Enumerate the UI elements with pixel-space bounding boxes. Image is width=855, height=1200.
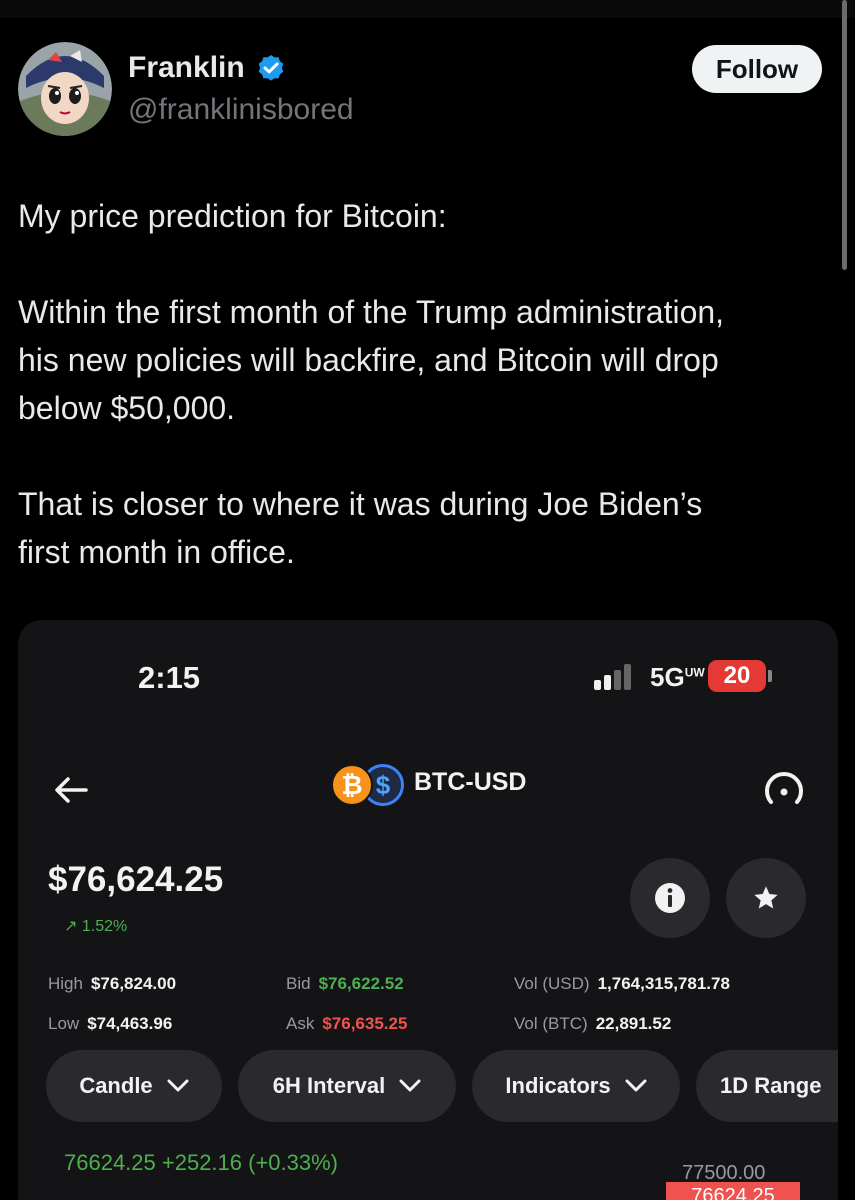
- bitcoin-coin-icon: ₿: [331, 764, 373, 806]
- stat-high: High $76,824.00: [48, 974, 177, 993]
- top-divider: [0, 0, 855, 18]
- pair-title: BTC-USD: [414, 768, 527, 796]
- follow-button[interactable]: Follow: [692, 45, 822, 93]
- tweet-paragraph: below $50,000.: [18, 390, 236, 426]
- stat-vol-btc: Vol (BTC) 22,891.52: [514, 1014, 672, 1033]
- author-handle[interactable]: @franklinisbored: [128, 92, 354, 128]
- info-button[interactable]: [630, 858, 710, 938]
- battery-indicator: 20: [708, 660, 766, 692]
- tweet-paragraph: My price prediction for Bitcoin:: [18, 198, 447, 234]
- info-icon: [655, 883, 685, 913]
- back-arrow-icon[interactable]: [50, 768, 94, 812]
- author-name[interactable]: Franklin: [128, 50, 245, 86]
- favorite-button[interactable]: [726, 858, 806, 938]
- chart-quote-line: 76624.25 +252.16 (+0.33%): [64, 1150, 339, 1175]
- tweet-text: My price prediction for Bitcoin: Within …: [18, 192, 838, 576]
- chevron-down-icon: [399, 1079, 421, 1092]
- stat-bid: Bid $76,622.52: [286, 974, 404, 993]
- stat-low: Low $74,463.96: [48, 1014, 173, 1033]
- stat-vol-usd: Vol (USD) 1,764,315,781.78: [514, 974, 730, 993]
- range-dropdown[interactable]: 1D Range: [696, 1050, 838, 1122]
- network-indicator: 5GUW: [650, 662, 705, 692]
- interval-dropdown[interactable]: 6H Interval: [238, 1050, 456, 1122]
- candle-dropdown-label: Candle: [79, 1073, 153, 1098]
- status-time: 2:15: [138, 660, 201, 695]
- chevron-down-icon: [167, 1079, 189, 1092]
- range-dropdown-label: 1D Range: [720, 1073, 822, 1098]
- chevron-down-icon: [625, 1079, 647, 1092]
- indicators-dropdown[interactable]: Indicators: [472, 1050, 680, 1122]
- current-price: $76,624.25: [48, 860, 224, 899]
- candle-dropdown[interactable]: Candle: [46, 1050, 222, 1122]
- current-price-tag: 76624.25: [666, 1182, 800, 1200]
- embedded-screenshot[interactable]: 2:15 5GUW 20 $ ₿ BTC-USD $76,624.25 ↗ 1.…: [18, 620, 838, 1200]
- star-icon: [754, 886, 778, 909]
- avatar[interactable]: [18, 42, 112, 136]
- stat-ask: Ask $76,635.25: [286, 1014, 408, 1033]
- gauge-icon[interactable]: [760, 766, 808, 814]
- tweet-paragraph: his new policies will backfire, and Bitc…: [18, 342, 719, 378]
- tweet-paragraph: That is closer to where it was during Jo…: [18, 486, 703, 522]
- battery-cap: [768, 670, 772, 682]
- indicators-dropdown-label: Indicators: [505, 1073, 611, 1098]
- verified-badge-icon: [258, 55, 284, 81]
- price-change: ↗ 1.52%: [64, 918, 128, 935]
- tweet-paragraph: Within the first month of the Trump admi…: [18, 294, 725, 330]
- signal-strength-icon: [594, 664, 631, 690]
- interval-dropdown-label: 6H Interval: [272, 1073, 386, 1098]
- scrollbar[interactable]: [842, 0, 847, 270]
- tweet-paragraph: first month in office.: [18, 534, 295, 570]
